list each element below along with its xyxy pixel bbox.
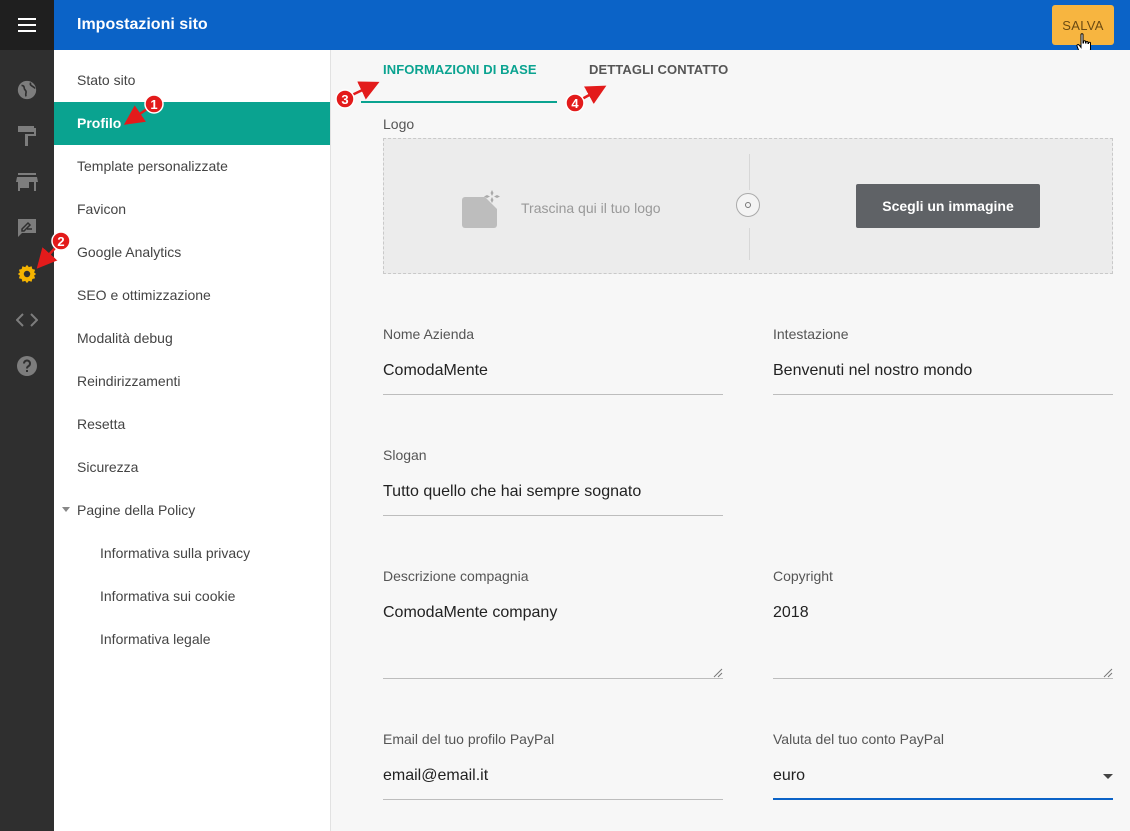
help-icon[interactable] — [0, 343, 54, 389]
tab-informazioni-di-base[interactable]: INFORMAZIONI DI BASE — [383, 62, 537, 102]
paypal-currency-select[interactable]: euro — [773, 767, 805, 785]
dropzone-divider — [749, 228, 750, 260]
feedback-icon[interactable] — [0, 205, 54, 251]
top-bar: Impostazioni sito SALVA — [54, 0, 1130, 50]
heading-underline — [773, 394, 1113, 395]
description-underline — [383, 678, 723, 679]
sidebar-item-resetta[interactable]: Resetta — [54, 403, 330, 446]
paypal-email-underline — [383, 799, 723, 800]
copyright-textarea[interactable]: 2018 — [773, 604, 809, 622]
slogan-field[interactable]: Tutto quello che hai sempre sognato — [383, 483, 641, 501]
caret-down-icon — [62, 507, 70, 512]
active-tab-indicator — [361, 101, 557, 103]
description-textarea[interactable]: ComodaMente company — [383, 604, 557, 622]
globe-icon[interactable] — [0, 67, 54, 113]
paypal-currency-underline — [773, 798, 1113, 800]
sidebar-item-profilo[interactable]: Profilo — [54, 102, 330, 145]
paypal-email-field[interactable]: email@email.it — [383, 767, 488, 785]
store-icon[interactable] — [0, 159, 54, 205]
dropzone-divider — [749, 154, 750, 190]
main-content: INFORMAZIONI DI BASE DETTAGLI CONTATTO L… — [331, 50, 1130, 831]
code-icon[interactable] — [0, 297, 54, 343]
sidebar-item-legale[interactable]: Informativa legale — [54, 618, 330, 661]
sidebar-item-template[interactable]: Template personalizzate — [54, 145, 330, 188]
settings-sidebar: Stato sito Profilo Template personalizza… — [54, 50, 331, 831]
sidebar-item-favicon[interactable]: Favicon — [54, 188, 330, 231]
sidebar-item-seo[interactable]: SEO e ottimizzazione — [54, 274, 330, 317]
slogan-underline — [383, 515, 723, 516]
page-title: Impostazioni sito — [77, 16, 208, 33]
image-placeholder-icon — [462, 190, 500, 228]
slogan-label: Slogan — [383, 447, 427, 463]
sidebar-item-debug[interactable]: Modalità debug — [54, 317, 330, 360]
copyright-underline — [773, 678, 1113, 679]
resize-handle-icon[interactable] — [1103, 668, 1113, 678]
menu-icon[interactable] — [0, 0, 54, 50]
paypal-currency-label: Valuta del tuo conto PayPal — [773, 731, 944, 747]
description-label: Descrizione compagnia — [383, 568, 529, 584]
dropzone-text: Trascina qui il tuo logo — [521, 200, 661, 216]
heading-label: Intestazione — [773, 326, 849, 342]
paypal-email-label: Email del tuo profilo PayPal — [383, 731, 555, 747]
heading-field[interactable]: Benvenuti nel nostro mondo — [773, 362, 972, 380]
dropdown-arrow-icon[interactable] — [1103, 774, 1113, 779]
sidebar-item-sicurezza[interactable]: Sicurezza — [54, 446, 330, 489]
sidebar-item-stato-sito[interactable]: Stato sito — [54, 59, 330, 102]
sidebar-item-privacy[interactable]: Informativa sulla privacy — [54, 532, 330, 575]
sidebar-item-cookie[interactable]: Informativa sui cookie — [54, 575, 330, 618]
company-name-label: Nome Azienda — [383, 326, 475, 342]
sidebar-item-policy[interactable]: Pagine della Policy — [54, 489, 330, 532]
icon-rail — [0, 0, 54, 831]
copyright-label: Copyright — [773, 568, 833, 584]
company-name-underline — [383, 394, 723, 395]
gear-icon[interactable] — [0, 251, 54, 297]
logo-label: Logo — [383, 116, 415, 132]
sidebar-item-label: Pagine della Policy — [77, 502, 196, 518]
resize-handle-icon[interactable] — [713, 668, 723, 678]
logo-dropzone[interactable]: Trascina qui il tuo logo Scegli un immag… — [383, 138, 1113, 274]
company-name-field[interactable]: ComodaMente — [383, 362, 488, 380]
sidebar-item-google-analytics[interactable]: Google Analytics — [54, 231, 330, 274]
choose-image-button[interactable]: Scegli un immagine — [856, 184, 1040, 228]
paint-roller-icon[interactable] — [0, 113, 54, 159]
or-circle-icon — [736, 193, 760, 217]
tab-dettagli-contatto[interactable]: DETTAGLI CONTATTO — [589, 62, 728, 102]
sidebar-item-reindirizzamenti[interactable]: Reindirizzamenti — [54, 360, 330, 403]
